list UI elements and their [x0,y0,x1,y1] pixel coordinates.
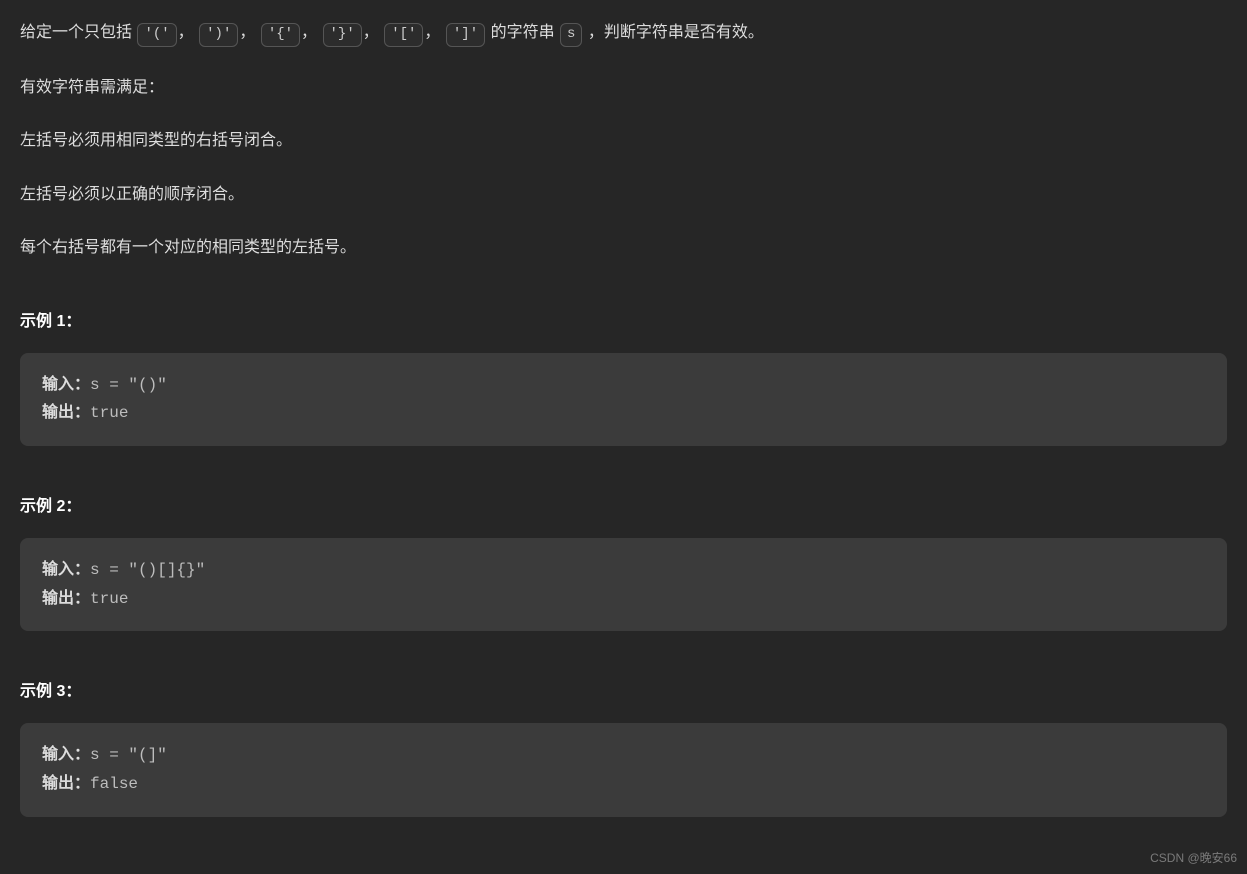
intro-mid: 的字符串 [491,24,559,41]
output-label: 输出： [42,404,90,422]
example-2-title: 示例 2： [20,494,1227,520]
sep: ， [363,24,379,41]
input-label: 输入： [42,376,90,394]
code-char-1: ')' [199,23,238,47]
code-char-2: '{' [261,23,300,47]
var-s: s [560,23,582,47]
sep: ， [239,24,255,41]
example-3: 示例 3： 输入：s = "(]" 输出：false [20,679,1227,816]
example-3-input-line: 输入：s = "(]" [42,741,1205,770]
example-1-output-line: 输出：true [42,399,1205,428]
example-1: 示例 1： 输入：s = "()" 输出：true [20,309,1227,446]
sep: ， [424,24,440,41]
example-3-block: 输入：s = "(]" 输出：false [20,723,1227,817]
example-1-input-line: 输入：s = "()" [42,371,1205,400]
input-label: 输入： [42,746,90,764]
sep: ， [301,24,317,41]
rule-1: 左括号必须用相同类型的右括号闭合。 [20,128,1227,154]
problem-description: 给定一个只包括 '('， ')'， '{'， '}'， '['， ']' 的字符… [20,20,1227,261]
intro-line: 给定一个只包括 '('， ')'， '{'， '}'， '['， ']' 的字符… [20,20,1227,47]
output-label: 输出： [42,590,90,608]
example-2: 示例 2： 输入：s = "()[]{}" 输出：true [20,494,1227,631]
intro-prefix: 给定一个只包括 [20,24,136,41]
rule-2: 左括号必须以正确的顺序闭合。 [20,182,1227,208]
example-1-input: s = "()" [90,376,167,394]
example-2-input: s = "()[]{}" [90,561,205,579]
watermark: CSDN @晚安66 [1150,849,1237,868]
code-char-3: '}' [323,23,362,47]
example-1-block: 输入：s = "()" 输出：true [20,353,1227,447]
valid-intro: 有效字符串需满足： [20,75,1227,101]
example-3-output: false [90,775,138,793]
input-label: 输入： [42,561,90,579]
example-3-output-line: 输出：false [42,770,1205,799]
code-char-0: '(' [137,23,176,47]
code-char-4: '[' [384,23,423,47]
example-1-output: true [90,404,128,422]
intro-suffix: ，判断字符串是否有效。 [583,24,763,41]
example-1-title: 示例 1： [20,309,1227,335]
output-label: 输出： [42,775,90,793]
example-3-input: s = "(]" [90,746,167,764]
code-char-5: ']' [446,23,485,47]
example-3-title: 示例 3： [20,679,1227,705]
example-2-output-line: 输出：true [42,585,1205,614]
example-2-output: true [90,590,128,608]
example-2-input-line: 输入：s = "()[]{}" [42,556,1205,585]
rule-3: 每个右括号都有一个对应的相同类型的左括号。 [20,235,1227,261]
example-2-block: 输入：s = "()[]{}" 输出：true [20,538,1227,632]
sep: ， [178,24,194,41]
